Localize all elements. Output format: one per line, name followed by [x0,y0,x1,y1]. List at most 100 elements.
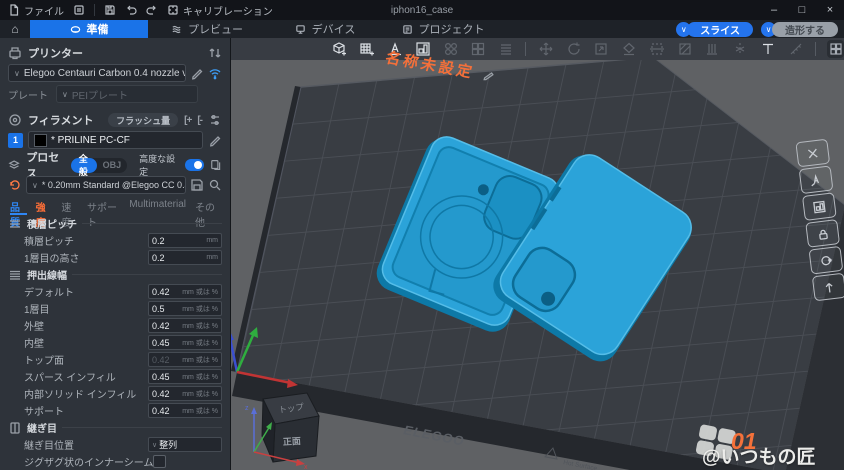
calibration-button[interactable]: キャリブレーション [167,3,273,18]
split-to-parts-button[interactable] [470,40,487,58]
file-menu-label: ファイル [24,3,64,18]
add-object-button[interactable] [331,40,348,58]
param-label: スパース インフィル [24,369,148,384]
seam-position-select[interactable]: ∨整列 [148,437,222,452]
undo-icon [125,4,137,16]
tab-device[interactable]: デバイス [266,20,384,38]
tab-strength[interactable]: 強度 [36,199,53,215]
preset-compare-icon[interactable] [210,158,222,172]
variable-layer-height-button[interactable] [498,40,515,58]
filament-slot-number[interactable]: 1 [8,133,23,148]
minimize-button[interactable]: – [760,0,788,20]
param-input[interactable]: 0.45mm 或は % [148,369,222,384]
move-button[interactable] [537,40,554,58]
calibration-icon [167,4,179,16]
process-scope-switch[interactable]: 全般 OBJ [71,158,127,173]
param-input[interactable]: 0.42mm 或は % [148,318,222,333]
tab-support[interactable]: サポート [87,199,120,215]
titlebar-separator [94,4,95,16]
edit-plate-name-icon[interactable] [481,67,496,82]
notes-button[interactable] [73,4,85,16]
flush-volume-button[interactable]: フラッシュ量 [108,113,178,127]
delete-button[interactable] [795,139,830,168]
cut-button[interactable] [649,40,666,58]
param-label: ジグザグ状のインナーシーム [24,454,153,469]
file-menu[interactable]: ファイル [8,3,64,18]
param-input[interactable]: 0.42mm 或は % [148,403,222,418]
process-preset-select[interactable]: ∨ * 0.20mm Standard @Elegoo CC 0.4 nozzl… [26,176,186,194]
undo-button[interactable] [125,4,137,16]
maximize-button[interactable]: □ [788,0,816,20]
param-input[interactable]: 0.5mm 或は % [148,301,222,316]
nav-cube-front-label[interactable]: 正面 [283,436,302,447]
device-icon [295,24,306,35]
slicer-app: { "window": { "title": "iphon16_case", "… [0,0,844,470]
section-title: 継ぎ目 [27,420,57,435]
seam-paint-button[interactable] [732,40,749,58]
tab-prepare[interactable]: 準備 [30,20,148,38]
tab-preview[interactable]: プレビュー [148,20,266,38]
save-button[interactable] [104,4,116,16]
print-button[interactable]: 造形する [772,22,838,37]
param-input[interactable]: 0.2mm [148,250,222,265]
printer-preset-value: Elegoo Centauri Carbon 0.4 nozzle via Wi… [24,68,186,79]
viewport-3d[interactable]: « [231,38,844,470]
advanced-toggle[interactable] [185,159,204,171]
tab-project[interactable]: プロジェクト [384,20,502,38]
build-plate-scene[interactable]: ELEGOO Hot Surface [231,60,844,470]
param-input[interactable]: 0.2mm [148,233,222,248]
param-label: 1層目の高さ [24,250,148,265]
section-title: 積層ピッチ [27,216,77,231]
edit-filament-icon[interactable] [208,133,222,147]
add-filament-button[interactable]: [+ [184,115,191,126]
scope-objects[interactable]: OBJ [97,160,128,170]
lift-button[interactable] [812,273,844,302]
tab-quality[interactable]: 品質 [10,199,27,215]
home-button[interactable]: ⌂ [0,20,30,38]
printer-preset-select[interactable]: ∨ Elegoo Centauri Carbon 0.4 nozzle via … [8,64,186,82]
add-plate-button[interactable] [359,40,376,58]
lock-button[interactable] [805,219,840,248]
paint-button[interactable] [676,40,693,58]
auto-orient-button-floating[interactable] [799,165,834,194]
support-paint-button[interactable] [704,40,721,58]
toolbar-separator [525,42,526,56]
param-input[interactable]: 0.42mm 或は % [148,284,222,299]
measure-button[interactable] [787,40,804,58]
rotate-button[interactable] [565,40,582,58]
scale-button[interactable] [593,40,610,58]
axis-x-label: x [304,464,308,470]
search-preset-icon[interactable] [208,178,222,192]
filament-settings-icon[interactable] [208,113,222,127]
filament-select[interactable]: * PRILINE PC-CF [28,131,203,149]
lay-on-face-button[interactable] [621,40,638,58]
rotate-button-floating[interactable] [809,246,844,275]
param-row: 1層目の高さ 0.2mm [0,249,230,266]
tab-device-label: デバイス [312,21,356,37]
split-to-objects-button[interactable] [442,40,459,58]
text-tool-button[interactable] [760,40,777,58]
edit-printer-icon[interactable] [190,66,204,80]
param-label: 積層ピッチ [24,233,148,248]
arrange-button-floating[interactable] [802,192,837,221]
tab-speed[interactable]: 速度 [61,199,78,215]
printer-connection-icon[interactable] [208,46,222,60]
redo-button[interactable] [146,4,158,16]
save-preset-icon[interactable] [190,178,204,192]
plate-type-select[interactable]: ∨ PEIプレート [56,85,198,103]
plate-type-value: PEIプレート [72,87,128,102]
tab-prepare-label: 準備 [87,21,109,37]
close-button[interactable]: × [816,0,844,20]
scope-global[interactable]: 全般 [71,158,97,173]
tab-multimaterial[interactable]: Multimaterial [129,199,186,215]
param-input[interactable]: 0.45mm 或は % [148,335,222,350]
tab-others[interactable]: その他 [195,199,220,215]
remove-filament-button[interactable]: [- [197,115,202,126]
param-input[interactable]: 0.42mm 或は % [148,386,222,401]
assembly-view-button[interactable] [827,40,844,58]
reset-process-icon[interactable] [8,178,22,192]
slice-button[interactable]: スライス [687,22,753,37]
chevron-down-icon: ∨ [14,69,20,78]
plate-label: プレート [8,87,48,102]
zigzag-seam-checkbox[interactable] [153,455,166,468]
